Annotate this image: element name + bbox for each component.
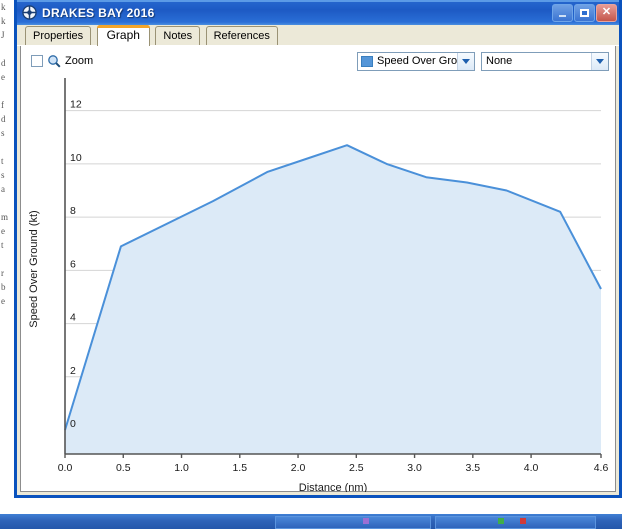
x-tick-label: 2.0 bbox=[291, 462, 306, 474]
graph-tab-panel: Zoom Speed Over Grou None 0 2 4 6 8 10 1… bbox=[20, 46, 616, 492]
y-tick-label: 10 bbox=[70, 152, 82, 164]
y-tick-label: 4 bbox=[70, 312, 76, 324]
chart-container: 0 2 4 6 8 10 12 0.0 0.5 1.0 1.5 2.0 2.5 3.0 3.5 4.0 4.6… bbox=[21, 72, 617, 492]
zoom-control-group[interactable]: Zoom bbox=[31, 54, 93, 68]
taskbar-item-1[interactable] bbox=[275, 516, 431, 529]
minimize-button[interactable] bbox=[552, 3, 573, 22]
taskbar-icon-red[interactable] bbox=[520, 518, 526, 524]
chart-x-tick-labels: 0.0 0.5 1.0 1.5 2.0 2.5 3.0 3.5 4.0 4.6 bbox=[58, 462, 609, 474]
zoom-checkbox[interactable] bbox=[31, 55, 43, 67]
series-select-value: Speed Over Grou bbox=[377, 55, 457, 67]
area-fill bbox=[65, 145, 601, 454]
x-tick-label: 4.0 bbox=[524, 462, 539, 474]
zoom-label: Zoom bbox=[65, 55, 94, 67]
x-tick-label: 2.5 bbox=[349, 462, 364, 474]
tab-notes[interactable]: Notes bbox=[155, 26, 201, 46]
y-tick-label: 8 bbox=[70, 205, 76, 217]
window-title: DRAKES BAY 2016 bbox=[42, 5, 155, 20]
x-tick-label: 1.5 bbox=[232, 462, 247, 474]
magnifier-icon bbox=[48, 55, 61, 68]
overlay-select-chevron[interactable] bbox=[591, 52, 608, 70]
x-axis-title: Distance (nm) bbox=[299, 482, 367, 492]
series-select[interactable]: Speed Over Grou bbox=[357, 51, 475, 71]
tab-strip: Properties Graph Notes References bbox=[17, 25, 619, 46]
speed-over-ground-chart[interactable]: 0 2 4 6 8 10 12 0.0 0.5 1.0 1.5 2.0 2.5 3.0 3.5 4.0 4.6… bbox=[21, 72, 617, 492]
taskbar[interactable] bbox=[0, 514, 622, 529]
y-axis-title: Speed Over Ground (kt) bbox=[28, 210, 40, 327]
title-bar[interactable]: DRAKES BAY 2016 ✕ bbox=[17, 0, 619, 25]
close-button[interactable]: ✕ bbox=[596, 3, 617, 22]
tab-references[interactable]: References bbox=[205, 26, 278, 46]
taskbar-icon-purple[interactable] bbox=[363, 518, 369, 524]
x-tick-label: 0.0 bbox=[58, 462, 73, 474]
maximize-icon bbox=[580, 8, 589, 17]
taskbar-item-2[interactable] bbox=[435, 516, 596, 529]
taskbar-icon-green[interactable] bbox=[498, 518, 504, 524]
chevron-down-icon bbox=[596, 58, 604, 64]
tab-properties[interactable]: Properties bbox=[25, 26, 92, 46]
series-select-chevron[interactable] bbox=[457, 52, 474, 70]
y-tick-label: 6 bbox=[70, 258, 76, 270]
chart-area-fill bbox=[65, 145, 601, 454]
y-tick-label: 0 bbox=[70, 418, 76, 430]
overlay-select[interactable]: None bbox=[481, 51, 609, 71]
tab-graph[interactable]: Graph bbox=[96, 25, 151, 46]
y-tick-label: 12 bbox=[70, 99, 82, 111]
application-window: DRAKES BAY 2016 ✕ Properties Graph Notes… bbox=[14, 0, 622, 498]
overlay-select-value: None bbox=[486, 55, 513, 67]
x-tick-label: 0.5 bbox=[116, 462, 131, 474]
y-tick-label: 2 bbox=[70, 365, 76, 377]
minimize-icon bbox=[559, 15, 566, 17]
x-tick-label: 3.0 bbox=[407, 462, 422, 474]
x-tick-label: 1.0 bbox=[174, 462, 189, 474]
target-crosshair-icon bbox=[22, 5, 37, 20]
x-tick-label: 4.6 bbox=[594, 462, 609, 474]
close-icon: ✕ bbox=[601, 6, 612, 18]
graph-toolbar: Zoom Speed Over Grou None bbox=[21, 46, 615, 72]
x-tick-label: 3.5 bbox=[466, 462, 481, 474]
maximize-button[interactable] bbox=[574, 3, 595, 22]
chevron-down-icon bbox=[462, 58, 470, 64]
series-color-swatch bbox=[361, 55, 373, 67]
